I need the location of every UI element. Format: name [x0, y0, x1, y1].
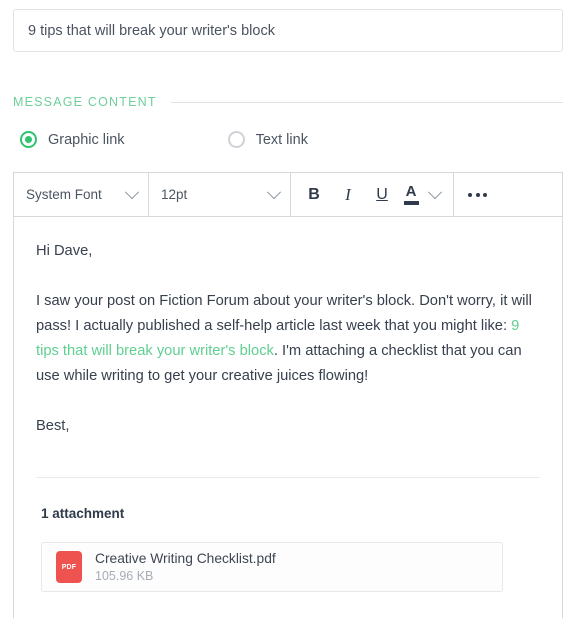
- font-size-value: 12pt: [161, 187, 188, 202]
- pdf-file-icon: PDF: [56, 551, 82, 583]
- radio-icon-selected: [20, 131, 37, 148]
- message-content-section-header: MESSAGE CONTENT: [13, 95, 563, 109]
- message-signoff: Best,: [36, 418, 70, 434]
- more-options-button[interactable]: [454, 173, 501, 216]
- title-field-wrapper: [13, 9, 563, 52]
- underline-button[interactable]: U: [365, 173, 399, 216]
- chevron-down-icon: [124, 184, 140, 199]
- text-color-letter: A: [405, 183, 417, 201]
- font-family-value: System Font: [26, 187, 102, 202]
- attachment-filename: Creative Writing Checklist.pdf: [95, 551, 276, 566]
- message-paragraph: I saw your post on Fiction Forum about y…: [36, 289, 540, 389]
- editor-toolbar: System Font 12pt B I U A: [14, 173, 562, 217]
- section-header-label: MESSAGE CONTENT: [13, 95, 157, 109]
- text-color-dropdown-button[interactable]: [423, 173, 447, 216]
- italic-button[interactable]: I: [331, 173, 365, 216]
- chevron-down-icon: [427, 184, 443, 199]
- link-type-radio-group: Graphic link Text link: [20, 131, 308, 148]
- text-color-button[interactable]: A: [399, 173, 423, 216]
- radio-option-graphic-link[interactable]: Graphic link: [20, 131, 125, 148]
- font-family-select[interactable]: System Font: [14, 173, 149, 216]
- ellipsis-icon: [468, 192, 487, 197]
- radio-option-text-link[interactable]: Text link: [227, 131, 308, 148]
- attachment-filesize: 105.96 KB: [95, 569, 154, 583]
- radio-label-graphic-link: Graphic link: [48, 131, 125, 148]
- message-body[interactable]: Hi Dave, I saw your post on Fiction Foru…: [14, 217, 562, 439]
- text-format-group: B I U A: [291, 173, 454, 216]
- attachment-divider: [36, 477, 540, 478]
- font-size-select[interactable]: 12pt: [149, 173, 291, 216]
- chevron-down-icon: [266, 184, 282, 199]
- message-title-input[interactable]: [13, 9, 563, 52]
- attachment-item[interactable]: PDF Creative Writing Checklist.pdf 105.9…: [41, 542, 503, 592]
- message-greeting: Hi Dave,: [36, 243, 93, 259]
- attachment-details: Creative Writing Checklist.pdf 105.96 KB: [95, 550, 276, 584]
- attachment-count-label: 1 attachment: [41, 506, 125, 521]
- pdf-badge-label: PDF: [61, 563, 77, 571]
- section-header-divider: [170, 101, 563, 103]
- paragraph-text-before-link: I saw your post on Fiction Forum about y…: [36, 293, 532, 334]
- text-color-swatch: [403, 201, 419, 205]
- radio-label-text-link: Text link: [255, 131, 308, 148]
- bold-button[interactable]: B: [297, 173, 331, 216]
- radio-icon-unselected: [227, 131, 245, 148]
- rich-text-editor: System Font 12pt B I U A Hi Dave, I saw …: [13, 172, 563, 618]
